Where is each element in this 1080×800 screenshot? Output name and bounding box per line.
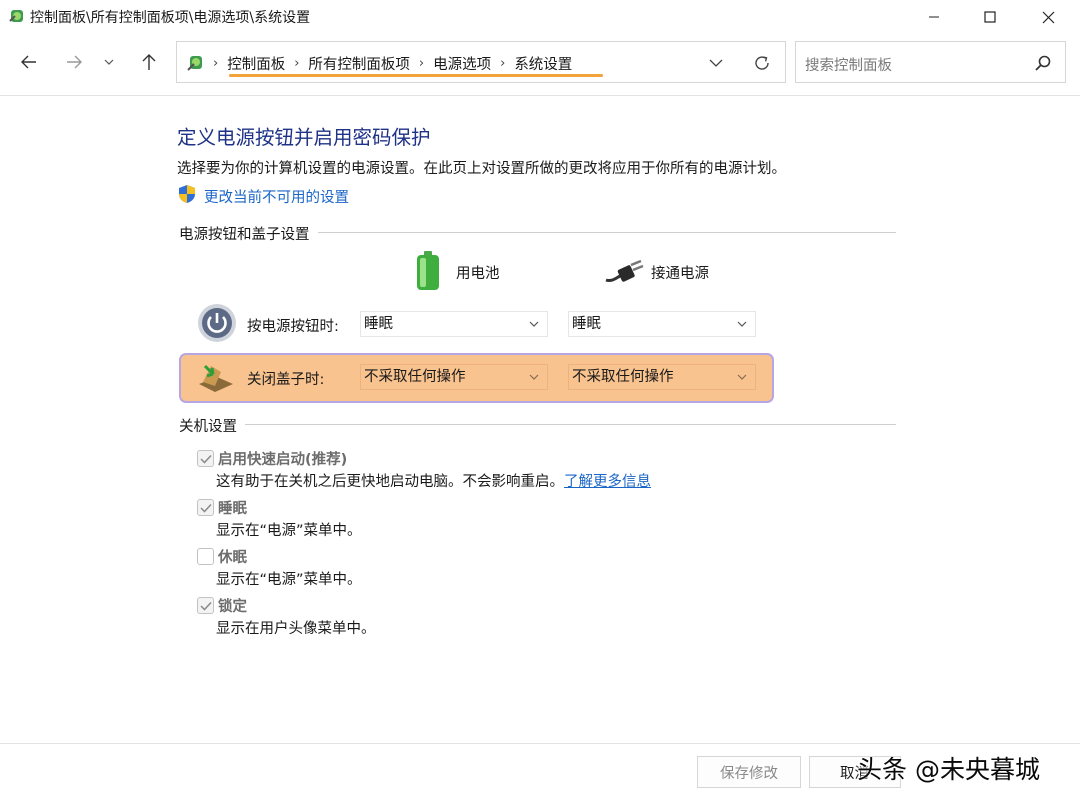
breadcrumb-underline xyxy=(229,74,603,77)
power-button-action-label: 按电源按钮时: xyxy=(247,319,339,335)
hibernate-checkbox[interactable] xyxy=(197,548,214,565)
select-value: 睡眠 xyxy=(572,316,601,332)
uac-shield-icon xyxy=(179,185,195,203)
battery-column-header: 用电池 xyxy=(456,266,500,282)
lock-description: 显示在用户头像菜单中。 xyxy=(216,621,376,637)
lid-setting-highlight: 关闭盖子时: 不采取任何操作 不采取任何操作 xyxy=(179,353,774,403)
control-panel-icon xyxy=(187,56,202,71)
battery-icon xyxy=(417,251,439,290)
laptop-lid-icon xyxy=(199,364,233,392)
power-section-title: 电源按钮和盖子设置 xyxy=(179,223,318,244)
search-placeholder: 搜索控制面板 xyxy=(805,58,892,74)
section-divider xyxy=(180,424,896,425)
minimize-icon xyxy=(929,16,939,18)
sleep-checkbox[interactable] xyxy=(197,499,214,516)
maximize-button[interactable] xyxy=(962,0,1018,34)
checkmark-icon xyxy=(199,601,212,611)
power-button-battery-select[interactable]: 睡眠 xyxy=(360,311,548,337)
chevron-right-icon: › xyxy=(500,56,506,71)
plugged-column-header: 接通电源 xyxy=(651,266,709,282)
select-value: 睡眠 xyxy=(364,316,393,332)
breadcrumb: › 控制面板 › 所有控制面板项 › 电源选项 › 系统设置 xyxy=(213,53,572,74)
save-changes-button[interactable]: 保存修改 xyxy=(697,756,801,788)
lock-label: 锁定 xyxy=(218,599,247,615)
breadcrumb-item-system-settings[interactable]: 系统设置 xyxy=(514,53,572,74)
power-button-plugged-select[interactable]: 睡眠 xyxy=(568,311,756,337)
page-description: 选择要为你的计算机设置的电源设置。在此页上对设置所做的更改将应用于你所有的电源计… xyxy=(177,161,786,177)
breadcrumb-item-all-items[interactable]: 所有控制面板项 xyxy=(308,53,410,74)
nav-divider xyxy=(0,95,1080,96)
fast-startup-checkbox[interactable] xyxy=(197,450,214,467)
chevron-down-icon xyxy=(104,59,114,65)
breadcrumb-item-power-options[interactable]: 电源选项 xyxy=(433,53,491,74)
maximize-icon xyxy=(984,11,996,23)
chevron-right-icon: › xyxy=(213,56,219,71)
change-unavailable-settings-link[interactable]: 更改当前不可用的设置 xyxy=(204,186,349,207)
watermark: 头条 @未央暮城 xyxy=(857,755,1040,784)
address-dropdown-button[interactable] xyxy=(705,53,727,73)
forward-button[interactable] xyxy=(58,46,90,78)
power-plug-icon xyxy=(605,259,644,282)
refresh-button[interactable] xyxy=(751,53,773,73)
lid-close-action-label: 关闭盖子时: xyxy=(247,372,325,388)
sleep-label: 睡眠 xyxy=(218,501,247,517)
close-icon xyxy=(1042,11,1054,23)
back-button[interactable] xyxy=(13,46,45,78)
minimize-button[interactable] xyxy=(906,0,962,34)
learn-more-link[interactable]: 了解更多信息 xyxy=(564,474,651,490)
address-bar[interactable]: › 控制面板 › 所有控制面板项 › 电源选项 › 系统设置 xyxy=(176,41,786,83)
refresh-icon xyxy=(755,56,769,70)
lid-close-battery-select[interactable]: 不采取任何操作 xyxy=(360,364,548,390)
chevron-down-icon xyxy=(737,374,747,380)
title-bar: 控制面板\所有控制面板项\电源选项\系统设置 xyxy=(0,0,1080,34)
power-button-icon xyxy=(198,304,236,342)
chevron-right-icon: › xyxy=(418,56,425,71)
recent-locations-button[interactable] xyxy=(95,46,123,78)
chevron-right-icon: › xyxy=(294,56,300,71)
lock-checkbox[interactable] xyxy=(197,597,214,614)
checkmark-icon xyxy=(199,503,212,513)
shutdown-section-title: 关机设置 xyxy=(179,415,245,436)
breadcrumb-item-control-panel[interactable]: 控制面板 xyxy=(227,53,285,74)
up-button[interactable] xyxy=(133,46,165,78)
search-box[interactable]: 搜索控制面板 xyxy=(795,41,1066,83)
select-value: 不采取任何操作 xyxy=(364,369,466,385)
hibernate-description: 显示在“电源”菜单中。 xyxy=(216,572,362,588)
control-panel-icon xyxy=(9,10,23,22)
chevron-down-icon xyxy=(529,321,539,327)
page-title: 定义电源按钮并启用密码保护 xyxy=(177,126,431,149)
arrow-right-icon xyxy=(67,55,82,69)
checkmark-icon xyxy=(199,454,212,464)
hibernate-label: 休眠 xyxy=(218,550,247,566)
footer-divider xyxy=(0,743,1080,744)
chevron-down-icon xyxy=(529,374,539,380)
select-value: 不采取任何操作 xyxy=(572,369,674,385)
search-icon xyxy=(1035,55,1051,71)
window-title: 控制面板\所有控制面板项\电源选项\系统设置 xyxy=(30,10,311,26)
lid-close-plugged-select[interactable]: 不采取任何操作 xyxy=(568,364,756,390)
fast-startup-description-text: 这有助于在关机之后更快地启动电脑。不会影响重启。 xyxy=(216,474,564,490)
fast-startup-description: 这有助于在关机之后更快地启动电脑。不会影响重启。了解更多信息 xyxy=(216,470,651,491)
arrow-left-icon xyxy=(21,55,36,69)
fast-startup-label: 启用快速启动(推荐) xyxy=(218,452,348,468)
close-button[interactable] xyxy=(1020,0,1076,34)
arrow-up-icon xyxy=(142,54,156,70)
chevron-down-icon xyxy=(709,59,723,67)
sleep-description: 显示在“电源”菜单中。 xyxy=(216,523,362,539)
chevron-down-icon xyxy=(737,321,747,327)
